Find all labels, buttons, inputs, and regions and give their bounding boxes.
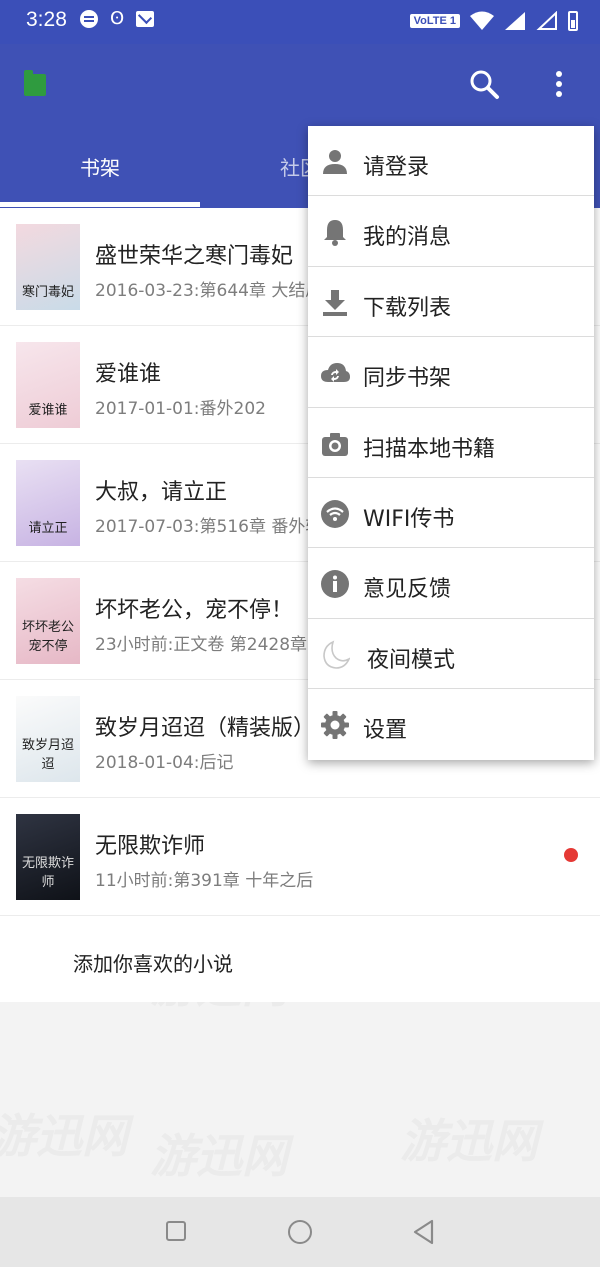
download-icon [323, 289, 347, 316]
book-title: 致岁月迢迢（精装版） [95, 716, 316, 741]
add-book-button[interactable]: 添加你喜欢的小说 [0, 916, 600, 1002]
cover-title: 无限欺诈师 [21, 856, 74, 890]
book-latest-chapter: 2018-01-04:后记 [95, 753, 234, 773]
tab-indicator [0, 202, 200, 207]
menu-item-label: 夜间模式 [367, 647, 456, 673]
book-title: 爱谁谁 [95, 362, 162, 387]
book-latest-chapter: 2016-03-23:第644章 大结局 [95, 281, 323, 301]
menu-item-login[interactable]: 请登录 [308, 126, 594, 197]
book-logo-icon[interactable] [24, 70, 46, 96]
volte-badge: VoLTE 1 [409, 14, 460, 28]
book-latest-chapter: 11小时前:第391章 十年之后 [95, 871, 314, 891]
menu-item-label: 意见反馈 [363, 577, 452, 603]
menu-item-sync-shelf[interactable]: 同步书架 [308, 337, 594, 408]
menu-item-label: 请登录 [363, 155, 430, 180]
watermark-text: 游迅网 [0, 1109, 128, 1163]
book-cover: 爱谁谁 [16, 342, 80, 428]
book-cover: 寒门毒妃 [16, 224, 80, 310]
menu-item-label: 同步书架 [363, 366, 452, 392]
more-vert-icon [556, 71, 562, 97]
watermark-text: 游迅网 [400, 1114, 538, 1168]
book-row[interactable]: 无限欺诈师 无限欺诈师 11小时前:第391章 十年之后 [0, 798, 600, 916]
cover-title: 爱谁谁 [28, 403, 68, 418]
cloud-sync-icon [321, 363, 350, 383]
menu-item-settings[interactable]: 设置 [308, 689, 594, 759]
book-latest-chapter: 23小时前:正文卷 第2428章 [95, 635, 308, 655]
cell-signal-empty-icon [536, 11, 557, 30]
home-button[interactable] [288, 1220, 312, 1244]
back-button[interactable] [412, 1219, 436, 1245]
camera-icon [322, 432, 348, 456]
book-cover: 请立正 [16, 460, 80, 546]
cover-title: 寒门毒妃 [21, 285, 74, 300]
moon-icon [323, 640, 350, 669]
bell-icon [324, 220, 346, 247]
wifi-signal-icon [470, 11, 494, 30]
system-nav-bar [0, 1197, 600, 1267]
tab-bookshelf[interactable]: 书架 [0, 144, 200, 208]
wifi-icon [321, 499, 349, 528]
menu-item-label: 扫描本地书籍 [363, 436, 496, 462]
info-icon [321, 570, 349, 599]
person-icon [323, 150, 347, 174]
cover-title: 致岁月迢迢 [21, 738, 74, 772]
status-bar: 3:28 ʘ VoLTE 1 [0, 0, 600, 44]
menu-item-label: 下载列表 [363, 295, 452, 321]
cover-title: 请立正 [28, 521, 68, 536]
book-title: 无限欺诈师 [95, 834, 206, 859]
status-time: 3:28 [26, 8, 67, 31]
menu-item-messages[interactable]: 我的消息 [308, 196, 594, 267]
book-title: 大叔，请立正 [95, 480, 228, 505]
menu-item-scan-local[interactable]: 扫描本地书籍 [308, 408, 594, 478]
menu-item-downloads[interactable]: 下载列表 [308, 267, 594, 338]
menu-item-label: 设置 [363, 718, 408, 744]
recents-button[interactable] [166, 1221, 186, 1241]
notification-icons: ʘ [80, 8, 155, 29]
overflow-menu: 请登录 我的消息 下载列表 同步书架 扫描本地书籍 WIFI传书 意见反馈 夜间… [308, 126, 594, 760]
search-icon [470, 70, 499, 99]
settings-icon [321, 711, 349, 740]
menu-item-label: 我的消息 [363, 225, 452, 251]
chat-notification-icon [80, 10, 98, 28]
mail-notification-icon [136, 11, 155, 27]
cover-title: 坏坏老公宠不停 [21, 620, 74, 654]
book-cover: 无限欺诈师 [16, 814, 80, 900]
book-title: 盛世荣华之寒门毒妃 [95, 244, 294, 269]
book-cover: 坏坏老公宠不停 [16, 578, 80, 664]
more-options-button[interactable] [544, 66, 574, 102]
book-title: 坏坏老公，宠不停！ [95, 598, 294, 623]
book-latest-chapter: 2017-07-03:第516章 番外轶事 [95, 517, 340, 537]
book-cover: 致岁月迢迢 [16, 696, 80, 782]
watermark-text: 游迅网 [150, 1129, 288, 1183]
menu-item-night-mode[interactable]: 夜间模式 [308, 619, 594, 690]
system-indicators: VoLTE 1 [409, 11, 578, 31]
menu-item-wifi-transfer[interactable]: WIFI传书 [308, 478, 594, 549]
weibo-notification-icon: ʘ [110, 8, 125, 29]
menu-item-feedback[interactable]: 意见反馈 [308, 548, 594, 619]
search-button[interactable] [466, 66, 502, 102]
menu-item-label: WIFI传书 [363, 506, 455, 532]
cell-signal-icon [505, 12, 525, 30]
add-book-label: 添加你喜欢的小说 [73, 952, 233, 976]
update-dot [564, 848, 578, 862]
battery-icon [568, 11, 578, 31]
book-latest-chapter: 2017-01-01:番外202 [95, 399, 266, 419]
